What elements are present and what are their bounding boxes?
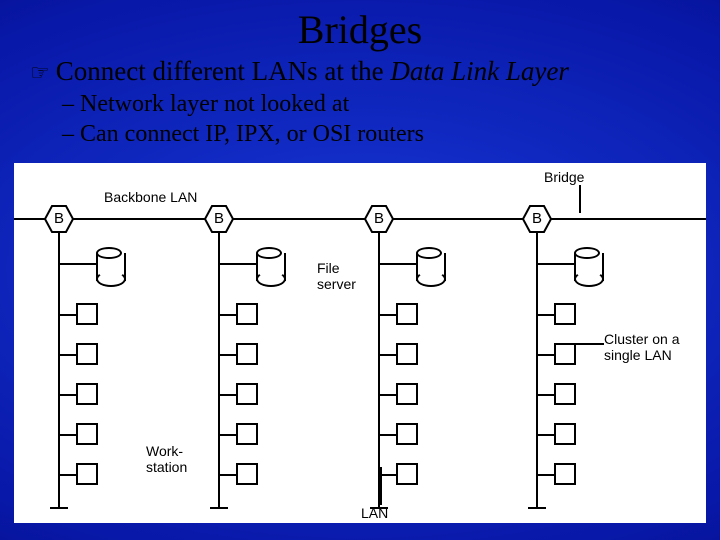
workstation-column [236, 303, 258, 503]
backbone-line [14, 218, 706, 220]
bridge-letter: B [532, 210, 542, 227]
main-text-italic: Data Link Layer [390, 56, 569, 86]
workstation-box [76, 463, 98, 485]
workstation-box [554, 343, 576, 365]
bridge-hexagon: B [44, 205, 74, 233]
bus-to-disk-tick [536, 263, 562, 265]
workstation-box [554, 463, 576, 485]
network-diagram: Backbone LAN Bridge File server Work- st… [14, 163, 706, 523]
workstation-column [76, 303, 98, 503]
vertical-bus-line [58, 233, 60, 508]
bus-to-disk-tick [218, 263, 244, 265]
vertical-bus-line [378, 233, 380, 508]
workstation-box [76, 343, 98, 365]
vertical-bus-line [218, 233, 220, 508]
bridge-hexagon: B [204, 205, 234, 233]
point-icon: ☞ [30, 59, 50, 87]
workstation-box [396, 303, 418, 325]
label-file-server: File server [317, 260, 356, 292]
workstation-box [554, 303, 576, 325]
file-server-cylinder [256, 247, 282, 287]
label-backbone-lan: Backbone LAN [104, 189, 197, 205]
bridge-letter: B [214, 210, 224, 227]
workstation-box [554, 383, 576, 405]
disk-connector [84, 263, 96, 265]
bus-terminator [210, 507, 228, 509]
main-text-plain: Connect different LANs at the [56, 56, 391, 86]
workstation-box [76, 383, 98, 405]
workstation-box [76, 423, 98, 445]
workstation-box [236, 463, 258, 485]
workstation-box [396, 343, 418, 365]
bridge-letter: B [374, 210, 384, 227]
bus-terminator [528, 507, 546, 509]
workstation-box [236, 303, 258, 325]
workstation-box [236, 343, 258, 365]
file-server-cylinder [96, 247, 122, 287]
bridge-hexagon: B [522, 205, 552, 233]
file-server-cylinder [574, 247, 600, 287]
bridge-letter: B [54, 210, 64, 227]
workstation-box [396, 463, 418, 485]
workstation-box [76, 303, 98, 325]
workstation-box [236, 423, 258, 445]
disk-connector [562, 263, 574, 265]
disk-connector [404, 263, 416, 265]
sub-bullet-1: – Network layer not looked at [30, 89, 700, 119]
bus-terminator [50, 507, 68, 509]
body-text: ☞Connect different LANs at the Data Link… [0, 53, 720, 155]
workstation-column [554, 303, 576, 503]
label-workstation: Work- station [146, 443, 187, 475]
sub-bullet-2: – Can connect IP, IPX, or OSI routers [30, 119, 700, 149]
workstation-box [396, 383, 418, 405]
bullet-main: ☞Connect different LANs at the Data Link… [30, 55, 700, 89]
workstation-box [236, 383, 258, 405]
file-server-cylinder [416, 247, 442, 287]
bus-to-disk-tick [58, 263, 84, 265]
bus-to-disk-tick [378, 263, 404, 265]
vertical-bus-line [536, 233, 538, 508]
bridge-leader-line [579, 185, 581, 213]
workstation-box [554, 423, 576, 445]
label-cluster: Cluster on a single LAN [604, 331, 704, 363]
bridge-hexagon: B [364, 205, 394, 233]
workstation-column [396, 303, 418, 503]
bus-terminator [370, 507, 388, 509]
slide-title: Bridges [0, 0, 720, 53]
label-bridge: Bridge [544, 169, 584, 185]
lan-vertical-line [380, 467, 382, 505]
disk-connector [244, 263, 256, 265]
workstation-box [396, 423, 418, 445]
